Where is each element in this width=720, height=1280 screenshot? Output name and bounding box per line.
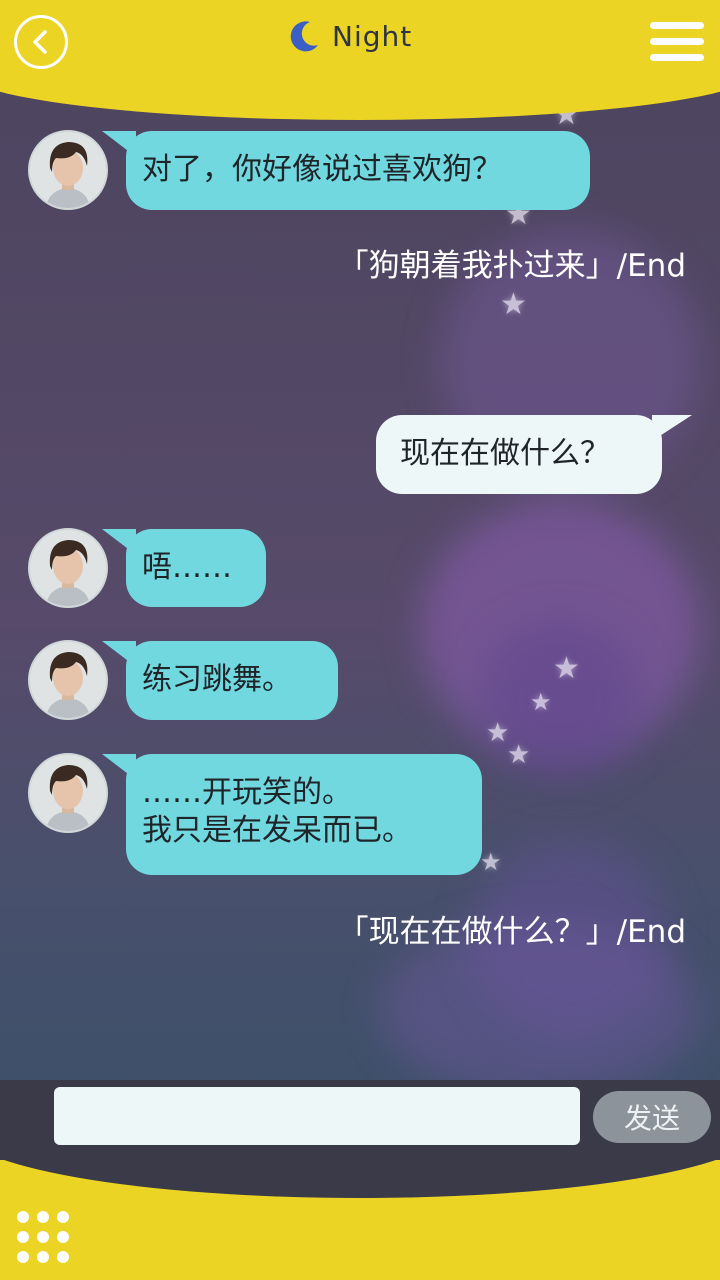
background-bokeh bbox=[480, 620, 640, 780]
chevron-left-icon bbox=[33, 30, 47, 54]
avatar[interactable] bbox=[28, 753, 108, 833]
chat-screen: ★ ★ ★ ★ ★ ★ ★ ★ Night 对了，你好像说过喜欢狗？ 「狗朝着我… bbox=[0, 0, 720, 1280]
character-portrait-icon bbox=[30, 132, 106, 208]
avatar[interactable] bbox=[28, 130, 108, 210]
top-bar: Night bbox=[0, 0, 720, 80]
star-icon: ★ bbox=[530, 688, 552, 716]
avatar[interactable] bbox=[28, 528, 108, 608]
character-portrait-icon bbox=[30, 530, 106, 606]
star-icon: ★ bbox=[553, 651, 580, 686]
message-bubble: ……开玩笑的。 我只是在发呆而已。 bbox=[102, 754, 482, 875]
moon-icon bbox=[290, 21, 318, 52]
menu-button[interactable] bbox=[650, 22, 704, 66]
star-icon: ★ bbox=[486, 718, 510, 748]
story-end-label: 「狗朝着我扑过来」/End bbox=[337, 248, 686, 284]
back-button[interactable] bbox=[14, 15, 68, 69]
grid-menu-button[interactable] bbox=[17, 1211, 71, 1265]
message-bubble: 对了，你好像说过喜欢狗？ bbox=[102, 131, 590, 210]
send-button[interactable]: 发送 bbox=[593, 1091, 711, 1143]
message-input[interactable] bbox=[54, 1087, 580, 1145]
avatar[interactable] bbox=[28, 640, 108, 720]
star-icon: ★ bbox=[500, 287, 527, 322]
message-bubble: 练习跳舞。 bbox=[102, 641, 338, 720]
star-icon: ★ bbox=[480, 848, 502, 876]
message-bubble: 唔…… bbox=[102, 529, 266, 607]
character-portrait-icon bbox=[30, 755, 106, 831]
player-message-bubble: 现在在做什么？ bbox=[376, 415, 692, 494]
character-portrait-icon bbox=[30, 642, 106, 718]
title-group: Night bbox=[286, 14, 412, 58]
star-icon: ★ bbox=[507, 740, 531, 770]
story-end-label: 「现在在做什么？」/End bbox=[337, 914, 686, 950]
page-title: Night bbox=[332, 19, 413, 53]
